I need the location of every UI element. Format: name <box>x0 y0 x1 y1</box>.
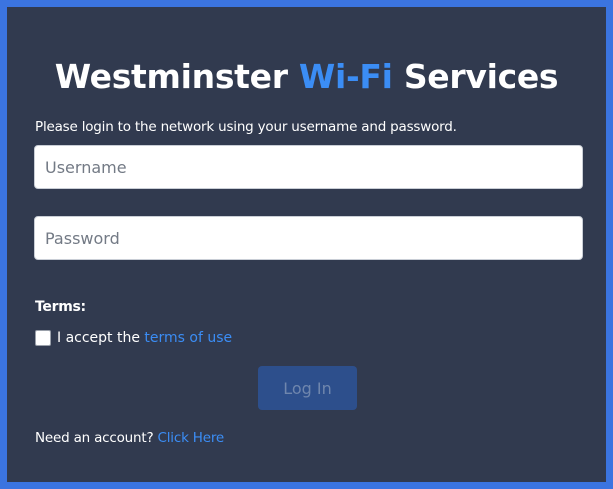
title-part-2: Services <box>392 57 559 96</box>
signup-prompt: Need an account? Click Here <box>35 430 224 446</box>
login-button[interactable]: Log In <box>258 366 357 410</box>
terms-row: I accept the terms of use <box>35 329 232 347</box>
page-title: Westminster Wi-Fi Services <box>7 57 606 96</box>
login-instructions: Please login to the network using your u… <box>35 119 457 135</box>
title-accent: Wi-Fi <box>298 57 393 96</box>
username-input[interactable] <box>34 145 583 189</box>
terms-checkbox[interactable] <box>35 330 51 346</box>
title-part-1: Westminster <box>54 57 299 96</box>
login-panel: Westminster Wi-Fi Services Please login … <box>7 7 606 482</box>
password-input[interactable] <box>34 216 583 260</box>
signup-text: Need an account? <box>35 430 158 446</box>
terms-of-use-link[interactable]: terms of use <box>144 330 232 346</box>
terms-heading: Terms: <box>35 299 86 315</box>
signup-link[interactable]: Click Here <box>158 430 225 446</box>
terms-label: I accept the <box>57 330 145 346</box>
